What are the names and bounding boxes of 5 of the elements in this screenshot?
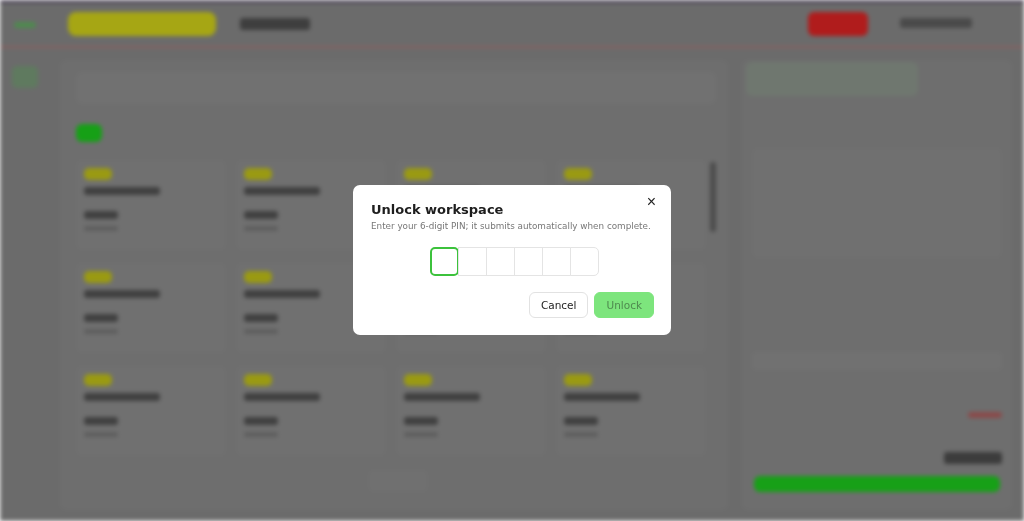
cancel-button[interactable]: Cancel: [528, 292, 589, 318]
dialog-title: Unlock workspace: [371, 202, 505, 217]
close-button[interactable]: ×: [643, 193, 659, 211]
dialog-message: Enter your 6-digit PIN; it submits automatically when complete.: [371, 221, 652, 231]
pin-digit-field[interactable]: [430, 247, 459, 276]
